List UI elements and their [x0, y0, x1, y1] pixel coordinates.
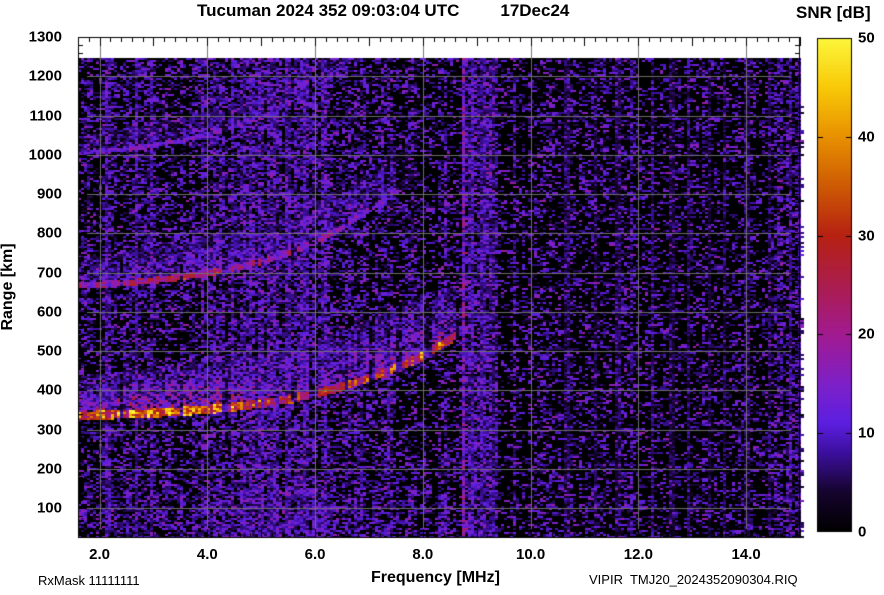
title-date: 17Dec24 [500, 1, 570, 20]
ionogram-plot-canvas [0, 0, 884, 595]
ionogram-view: Tucuman 2024 352 09:03:04 UTC 17Dec24 SN… [0, 0, 884, 595]
y-tick-label: 100 [36, 499, 62, 517]
x-tick-label: 12.0 [623, 546, 653, 563]
y-tick-label: 1300 [28, 28, 62, 46]
plot-title: Tucuman 2024 352 09:03:04 UTC 17Dec24 [197, 1, 569, 21]
rx-mask-text: RxMask 11111111 [38, 573, 140, 588]
y-tick-label: 400 [36, 381, 62, 399]
x-tick-label: 6.0 [304, 546, 326, 563]
y-tick-label: 1200 [28, 67, 62, 85]
x-tick-label: 10.0 [515, 546, 546, 563]
y-tick-label: 300 [36, 421, 62, 439]
y-tick-label: 600 [36, 303, 62, 321]
y-tick-label: 1000 [28, 146, 62, 164]
x-tick-label: 8.0 [412, 546, 434, 563]
colorbar-tick-label: 10 [858, 424, 875, 442]
y-tick-label: 900 [36, 185, 62, 203]
y-tick-label: 700 [36, 264, 62, 282]
colorbar-tick-label: 50 [858, 29, 875, 47]
data-file-name: VIPIR TMJ20_2024352090304.RIQ [589, 572, 798, 587]
x-tick-label: 4.0 [196, 546, 218, 563]
colorbar-title: SNR [dB] [796, 3, 871, 22]
x-tick-label: 14.0 [731, 546, 761, 563]
y-tick-label: 500 [36, 342, 62, 360]
y-tick-label: 200 [36, 460, 62, 478]
x-axis-label: Frequency [MHz] [371, 569, 500, 586]
colorbar-tick-label: 20 [858, 325, 875, 343]
x-tick-label: 2.0 [89, 546, 110, 563]
colorbar-tick-label: 30 [858, 227, 875, 245]
y-tick-label: 800 [36, 224, 62, 242]
colorbar-tick-label: 40 [858, 128, 875, 146]
colorbar-tick-label: 0 [858, 523, 867, 541]
title-station-time: Tucuman 2024 352 09:03:04 UTC [197, 1, 460, 20]
y-tick-label: 1100 [29, 107, 62, 125]
